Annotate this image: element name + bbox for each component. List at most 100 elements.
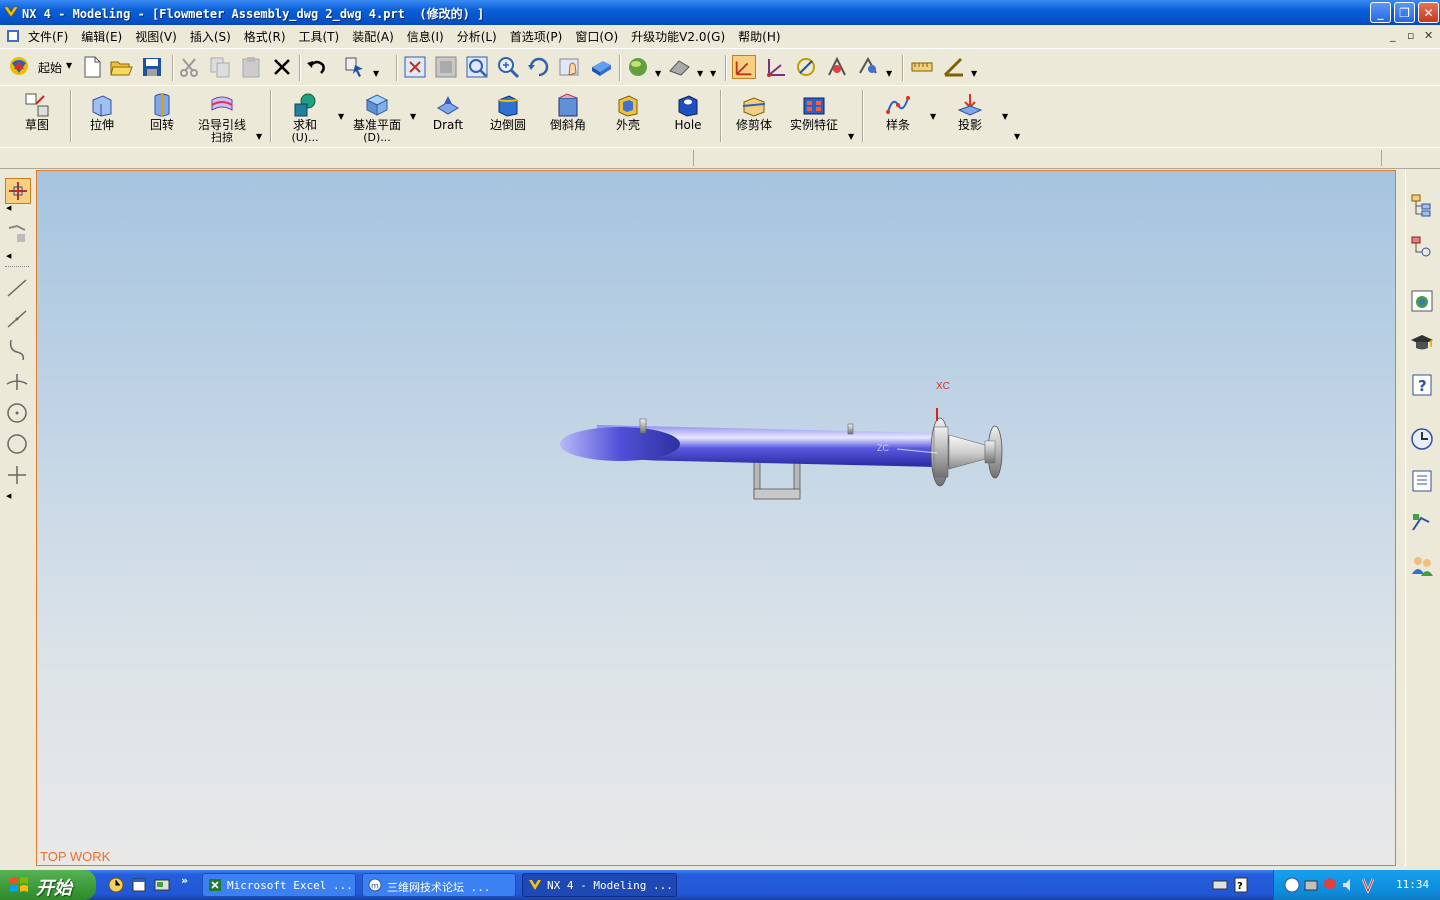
curve-ops-dropdown-icon[interactable]: ▼ [1014,132,1020,141]
instance-feature-button[interactable]: 实例特征 [782,88,846,144]
open-folder-icon[interactable] [109,55,133,79]
spline-dropdown-icon[interactable]: ▼ [930,112,936,121]
start-button[interactable]: 起始 ▼ [8,55,74,79]
new-file-icon[interactable] [80,55,104,79]
view-more-icon[interactable]: ▼ [710,69,716,78]
snap-expand-icon[interactable]: ◀ [6,204,11,212]
assembly-navigator-icon[interactable] [1409,192,1435,218]
menu-tools[interactable]: 工具(T) [299,28,340,45]
menu-window[interactable]: 窗口(O) [575,28,618,45]
curve-expand-icon[interactable]: ◀ [6,492,11,500]
tangent-icon[interactable] [5,370,29,394]
shell-button[interactable]: 外壳 [596,88,660,144]
feature-ops-dropdown-icon[interactable]: ▼ [848,132,854,141]
menu-upgrade[interactable]: 升级功能V2.0(G) [631,28,725,45]
quick-pick-icon[interactable] [5,222,29,246]
render-dropdown-icon[interactable]: ▼ [655,69,661,78]
pick-expand-icon[interactable]: ◀ [6,252,11,260]
menu-view[interactable]: 视图(V) [135,28,177,45]
history-icon[interactable] [1409,426,1435,452]
zoom-window-icon[interactable] [434,55,458,79]
unite-button[interactable]: 求和 (U)... [273,88,337,144]
arc-icon[interactable] [5,338,29,362]
menu-analysis[interactable]: 分析(L) [457,28,497,45]
quicklaunch-more-icon[interactable]: » [181,874,188,887]
cross-point-icon[interactable] [5,463,29,487]
curve-dropdown-icon[interactable]: ▼ [1002,112,1008,121]
language-help-icon[interactable]: ? [1234,877,1248,893]
delete-icon[interactable] [270,55,294,79]
tray-network-icon[interactable] [1303,877,1319,893]
quicklaunch-desktop-icon[interactable] [154,877,170,893]
draft-button[interactable]: Draft [416,88,480,144]
menu-file[interactable]: 文件(F) [28,28,68,45]
mdi-minimize-button[interactable]: _ [1390,29,1396,42]
task-nx[interactable]: NX 4 - Modeling ... [522,873,677,897]
system-materials-icon[interactable] [1409,468,1435,494]
shaded-icon[interactable] [589,55,613,79]
cut-icon[interactable] [177,55,201,79]
start-menu-button[interactable]: 开始 [0,870,96,900]
minimize-button[interactable]: _ [1370,2,1391,23]
orient-dropdown-icon[interactable]: ▼ [697,69,703,78]
mdi-restore-button[interactable]: ▫ [1407,29,1414,42]
save-icon[interactable] [140,55,164,79]
roles-icon[interactable] [1409,552,1435,578]
design-features-dropdown-icon[interactable]: ▼ [256,132,262,141]
process-studio-icon[interactable] [1409,510,1435,536]
wcs-origin-icon[interactable] [763,55,787,79]
sweep-button[interactable]: 沿导引线 扫掠 [190,88,254,144]
help-icon[interactable]: ? [1409,372,1435,398]
wcs-dynamics-icon[interactable] [732,55,756,79]
pan-icon[interactable] [558,55,582,79]
extrude-button[interactable]: 拉伸 [70,88,134,144]
menu-information[interactable]: 信息(I) [407,28,444,45]
sketch-button[interactable]: 草图 [5,88,69,144]
measure-angle-icon[interactable] [941,55,965,79]
close-button[interactable]: ✕ [1418,2,1439,23]
snap-point-icon[interactable] [5,178,31,204]
part-navigator-icon[interactable] [1409,234,1435,260]
selection-dropdown-icon[interactable]: ▼ [373,69,379,78]
measure-distance-icon[interactable] [910,55,934,79]
trim-body-button[interactable]: 修剪体 [722,88,786,144]
quicklaunch-clock-icon[interactable] [108,877,124,893]
web-browser-icon[interactable] [1409,288,1435,314]
quicklaunch-calendar-icon[interactable] [131,877,147,893]
render-style-icon[interactable] [626,55,650,79]
training-icon[interactable] [1409,330,1435,356]
rotate-icon[interactable] [527,55,551,79]
tray-browser-icon[interactable] [1284,877,1300,893]
zoom-area-icon[interactable] [465,55,489,79]
wcs-display-icon[interactable] [856,55,880,79]
selection-filter-icon[interactable] [343,55,367,79]
restore-button[interactable]: ❐ [1394,2,1415,23]
menu-preferences[interactable]: 首选项(P) [510,28,563,45]
document-menu-icon[interactable] [6,29,20,43]
task-forum[interactable]: m 三维网技术论坛 ... [362,873,516,897]
wcs-rotate-icon[interactable] [794,55,818,79]
paste-icon[interactable] [239,55,263,79]
wcs-orient-icon[interactable] [825,55,849,79]
mdi-close-button[interactable]: ✕ [1424,29,1433,42]
task-excel[interactable]: Microsoft Excel ... [202,873,356,897]
hole-button[interactable]: Hole [656,88,720,144]
datum-plane-button[interactable]: 基准平面 (D)... [345,88,409,144]
unite-dropdown-icon[interactable]: ▼ [338,112,344,121]
tray-security-icon[interactable] [1322,877,1338,893]
menu-assemblies[interactable]: 装配(A) [352,28,394,45]
line-icon[interactable] [5,276,29,300]
start-dropdown-icon[interactable]: ▼ [66,61,72,70]
undo-icon[interactable] [305,55,329,79]
project-button[interactable]: 投影 [938,88,1002,144]
wcs-dropdown-icon[interactable]: ▼ [886,69,892,78]
menu-help[interactable]: 帮助(H) [738,28,780,45]
orient-view-icon[interactable] [667,55,691,79]
keyboard-icon[interactable] [1212,878,1228,892]
zoom-icon[interactable] [496,55,520,79]
tray-antivirus-icon[interactable] [1360,877,1376,893]
fit-view-icon[interactable] [403,55,427,79]
circle-icon[interactable] [5,432,29,456]
revolve-button[interactable]: 回转 [130,88,194,144]
edge-blend-button[interactable]: 边倒圆 [476,88,540,144]
